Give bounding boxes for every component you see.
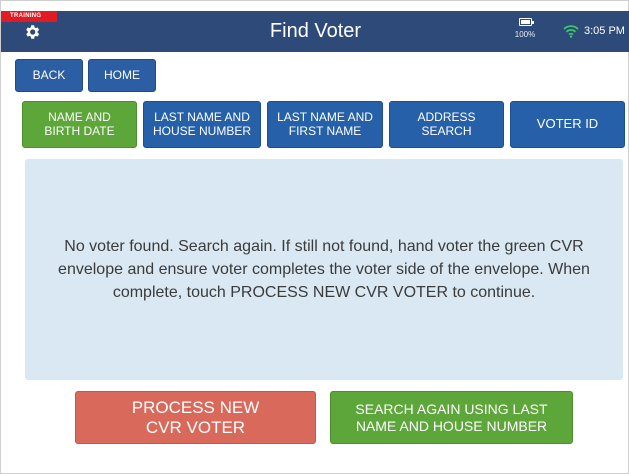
tab-label: NAME AND BIRTH DATE: [44, 109, 115, 138]
clock-time: 3:05 PM: [584, 25, 625, 37]
process-new-cvr-voter-button[interactable]: PROCESS NEW CVR VOTER: [75, 391, 316, 444]
wifi-icon: [563, 25, 579, 38]
message-panel: No voter found. Search again. If still n…: [25, 159, 623, 380]
app-window: Find Voter 100% 3:05 PM TRAINING BACK HO…: [0, 0, 629, 474]
back-button[interactable]: BACK: [15, 59, 83, 92]
tab-last-name-and-house-number[interactable]: LAST NAME AND HOUSE NUMBER: [143, 101, 261, 148]
no-voter-found-message: No voter found. Search again. If still n…: [58, 238, 590, 301]
search-again-button[interactable]: SEARCH AGAIN USING LAST NAME AND HOUSE NU…: [330, 391, 573, 444]
tab-last-name-and-first-name[interactable]: LAST NAME AND FIRST NAME: [267, 101, 383, 148]
battery-indicator: 100%: [513, 18, 537, 44]
tab-label: ADDRESS SEARCH: [417, 109, 476, 138]
battery-icon: [518, 18, 534, 26]
status-bar: Find Voter 100% 3:05 PM: [1, 11, 629, 52]
button-label: SEARCH AGAIN USING LAST NAME AND HOUSE NU…: [355, 401, 548, 434]
training-badge: TRAINING: [1, 11, 57, 22]
tab-name-and-birth-date[interactable]: NAME AND BIRTH DATE: [22, 101, 137, 148]
home-button[interactable]: HOME: [88, 59, 156, 92]
tab-label: LAST NAME AND FIRST NAME: [277, 109, 373, 138]
tab-voter-id[interactable]: VOTER ID: [510, 101, 625, 148]
tab-address-search[interactable]: ADDRESS SEARCH: [389, 101, 504, 148]
button-label: PROCESS NEW CVR VOTER: [131, 397, 260, 437]
tab-label: LAST NAME AND HOUSE NUMBER: [152, 109, 251, 138]
tab-label: VOTER ID: [536, 116, 599, 132]
battery-percent: 100%: [514, 30, 536, 39]
